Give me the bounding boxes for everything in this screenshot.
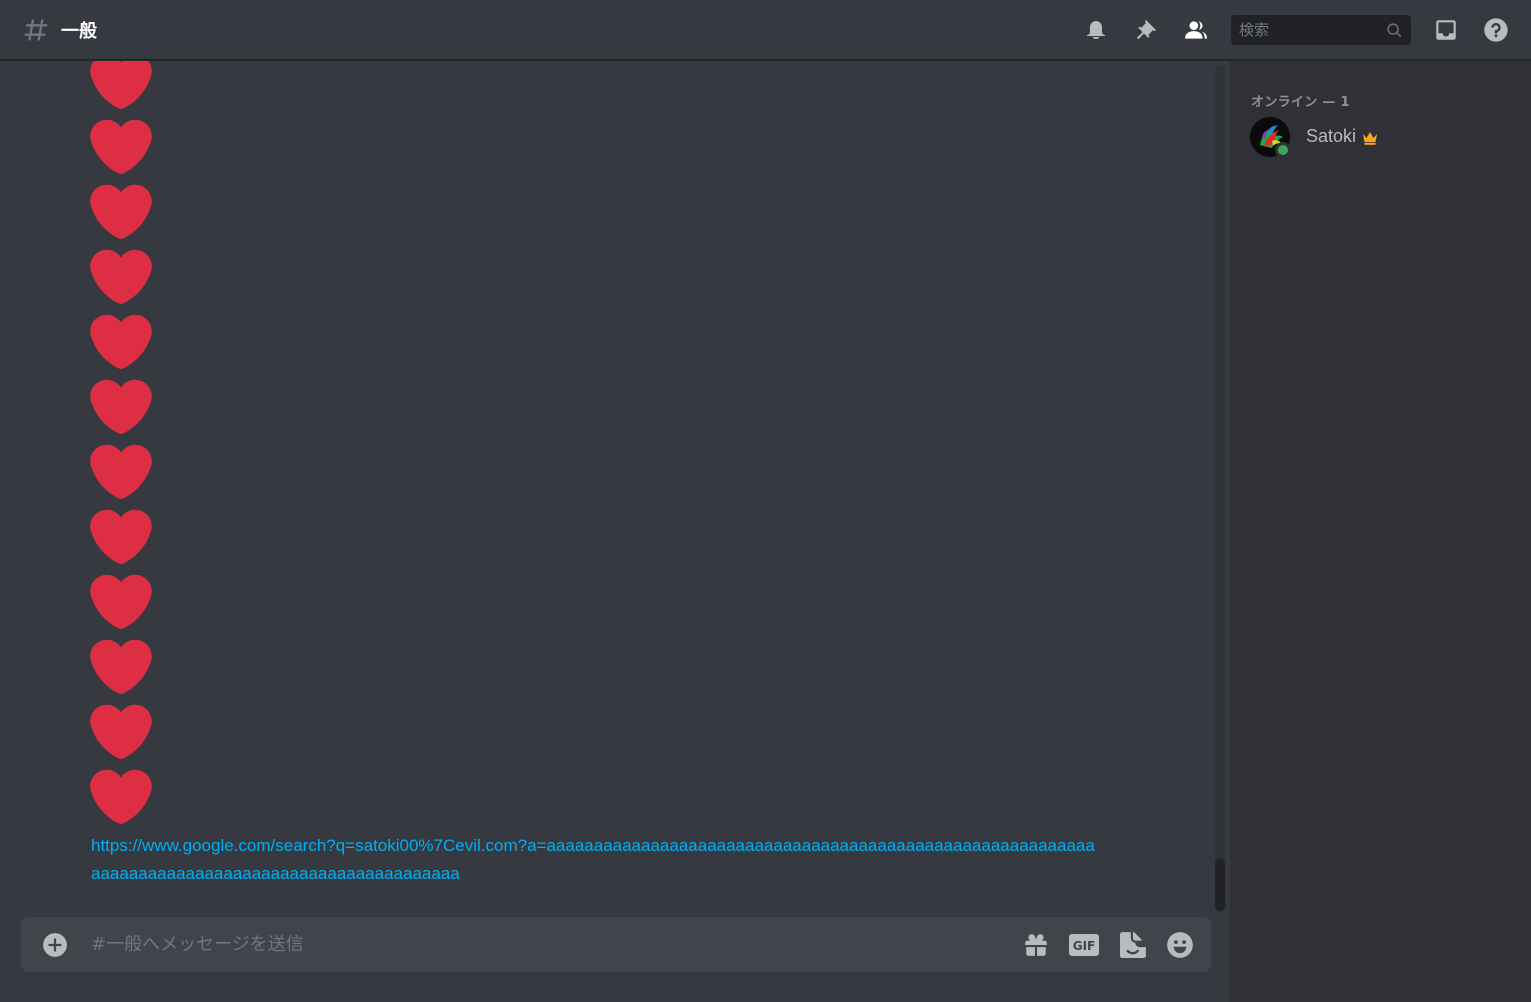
heart-emoji [90, 639, 152, 695]
heart-emoji [90, 509, 152, 565]
channel-header: 一般 [0, 0, 1531, 60]
heart-emoji [90, 574, 152, 630]
member-list: オンライン — 1 Satoki [1230, 61, 1531, 1002]
heart-emoji [90, 249, 152, 305]
search-bar[interactable] [1231, 15, 1411, 45]
sticker-icon[interactable] [1118, 930, 1148, 960]
scrollbar-track[interactable] [1215, 65, 1225, 913]
inbox-icon[interactable] [1432, 16, 1460, 44]
member-name: Satoki [1306, 126, 1357, 146]
hash-icon [24, 19, 48, 41]
heart-emoji [90, 769, 152, 825]
pin-icon[interactable] [1132, 16, 1160, 44]
heart-emoji [90, 119, 152, 175]
channel-name: 一般 [61, 21, 97, 42]
heart-emoji [90, 61, 152, 110]
gift-icon[interactable] [1021, 930, 1051, 960]
member-item[interactable]: Satoki [1242, 113, 1522, 161]
search-icon [1387, 23, 1402, 38]
add-circle-icon[interactable] [42, 932, 68, 958]
online-status-icon [1275, 142, 1291, 158]
gif-icon[interactable]: GIF [1069, 930, 1099, 960]
member-list-header: オンライン — 1 [1251, 95, 1350, 110]
search-input[interactable] [1231, 15, 1381, 45]
heart-emoji [90, 704, 152, 760]
message-input[interactable] [91, 929, 991, 959]
message-list: https://www.google.com/search?q=satoki00… [0, 61, 1215, 911]
bell-icon[interactable] [1082, 16, 1110, 44]
heart-emoji [90, 379, 152, 435]
message-composer: GIF [21, 917, 1211, 972]
members-icon[interactable] [1182, 16, 1210, 44]
chat-area: https://www.google.com/search?q=satoki00… [0, 61, 1230, 1002]
help-icon[interactable] [1482, 16, 1510, 44]
scrollbar-thumb[interactable] [1215, 858, 1225, 911]
crown-icon [1363, 132, 1377, 145]
gif-label: GIF [1073, 939, 1096, 953]
heart-emoji [90, 314, 152, 370]
heart-emoji [90, 184, 152, 240]
emoji-icon[interactable] [1165, 930, 1195, 960]
heart-emoji [90, 444, 152, 500]
message-link[interactable]: https://www.google.com/search?q=satoki00… [91, 832, 1101, 888]
